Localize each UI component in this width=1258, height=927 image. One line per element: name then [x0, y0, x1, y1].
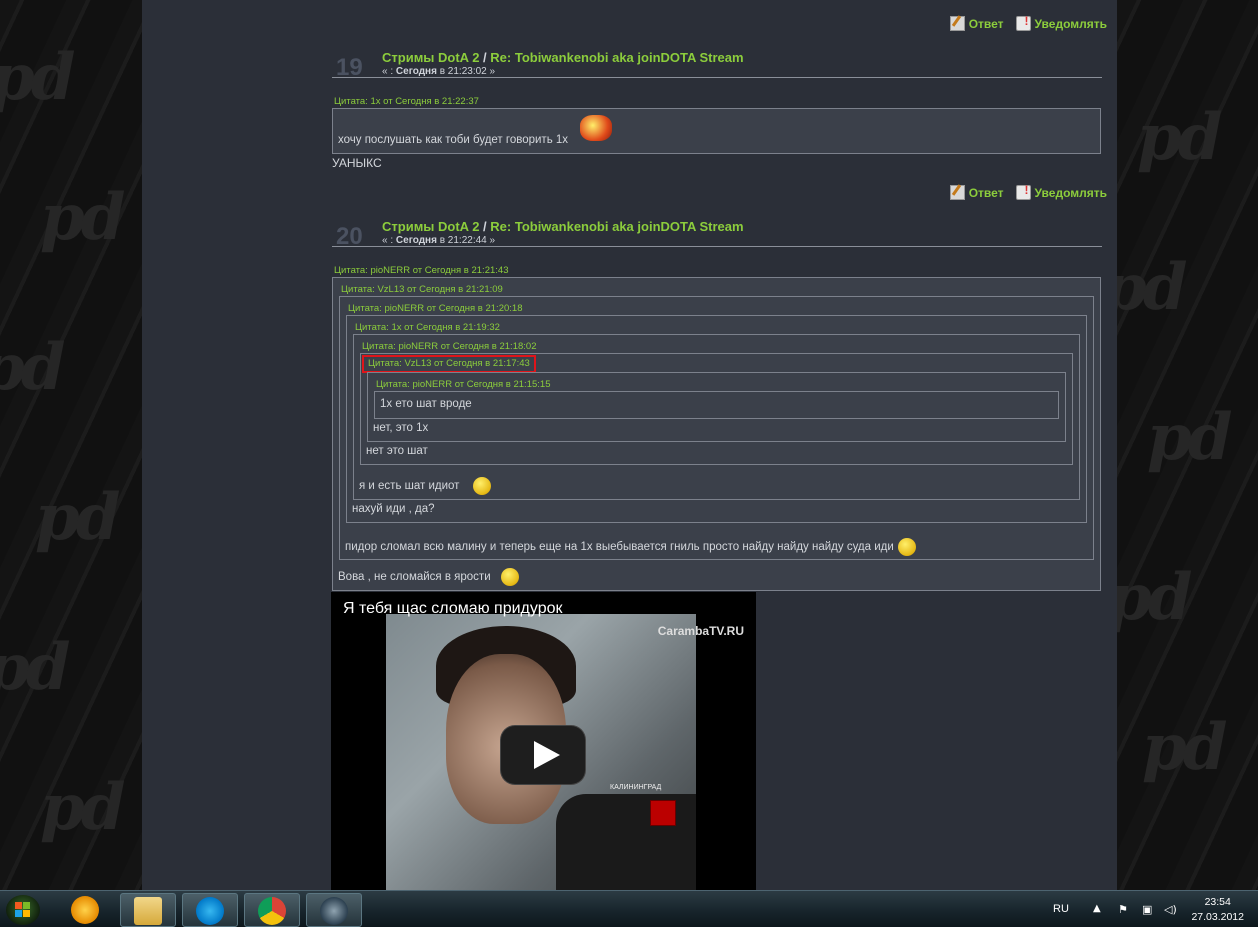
quote-header[interactable]: Цитата: pioNERR от Сегодня в 21:18:02: [362, 340, 536, 354]
language-indicator[interactable]: RU: [1053, 903, 1069, 915]
taskbar-chrome[interactable]: [244, 893, 300, 927]
video-badge: [650, 800, 676, 826]
quote-text: я и есть шат идиот: [359, 477, 492, 495]
post-date: « : Сегодня в 21:22:44 »: [382, 235, 496, 246]
post-number: 19: [336, 54, 363, 81]
video-title[interactable]: Я тебя щас сломаю придурок: [343, 600, 563, 618]
background-pattern-left: pd pd pd pd pd pd: [0, 0, 142, 890]
smiley-icon: [500, 568, 519, 586]
board-link[interactable]: Стримы DotA 2: [382, 50, 479, 65]
quote-text: пидор сломал всю малину и теперь еще на …: [345, 538, 916, 556]
skype-icon: [196, 897, 224, 925]
video-player[interactable]: КАЛИНИНГРАД Я тебя щас сломаю придурок C…: [331, 592, 756, 890]
volume-icon[interactable]: ◁): [1164, 904, 1177, 916]
action-center-flag-icon[interactable]: ⚑: [1118, 904, 1130, 916]
start-button[interactable]: [6, 895, 40, 925]
windows-logo-icon: [15, 902, 31, 918]
clock-date: 27.03.2012: [1191, 911, 1244, 923]
post-actions: Ответ Уведомлять: [949, 14, 1107, 31]
clock-time: 23:54: [1204, 896, 1231, 908]
smiley-icon: [580, 114, 613, 141]
play-button[interactable]: [501, 726, 585, 784]
topic-link[interactable]: Re: Tobiwankenobi aka joinDOTA Stream: [490, 50, 743, 65]
smiley-icon: [897, 538, 916, 556]
quote-header[interactable]: Цитата: 1x от Сегодня в 21:22:37: [334, 95, 479, 109]
aimp-icon: [71, 896, 99, 924]
network-icon[interactable]: ▣: [1142, 904, 1154, 916]
quote-header[interactable]: Цитата: pioNERR от Сегодня в 21:20:18: [348, 302, 522, 316]
folder-icon: [134, 897, 162, 925]
system-tray: RU ▲ ⚑ ▣ ◁) 23:54 27.03.2012: [1038, 891, 1258, 927]
steam-icon: [320, 897, 348, 925]
quote-text: хочу послушать как тоби будет говорить 1…: [338, 114, 1095, 149]
post-date: « : Сегодня в 21:23:02 »: [382, 66, 496, 77]
chrome-icon: [258, 897, 286, 925]
taskbar-file-explorer[interactable]: [120, 893, 176, 927]
clock[interactable]: 23:54 27.03.2012: [1191, 895, 1244, 925]
quote-text: нет это шат: [366, 445, 428, 457]
notify-link[interactable]: Уведомлять: [1015, 183, 1107, 200]
quote-header-highlighted[interactable]: Цитата: VzL13 от Сегодня в 21:17:43: [362, 355, 536, 373]
taskbar-steam[interactable]: [306, 893, 362, 927]
video-logo: CarambaTV.RU: [657, 624, 744, 638]
quote-header[interactable]: Цитата: 1x от Сегодня в 21:19:32: [355, 321, 500, 335]
smiley-icon: [473, 477, 492, 495]
taskbar-skype[interactable]: [182, 893, 238, 927]
quote-text: Вова , не сломайся в ярости: [338, 568, 519, 586]
background-pattern-right: pd pd pd pd pd: [1117, 0, 1258, 890]
quote-header[interactable]: Цитата: pioNERR от Сегодня в 21:15:15: [376, 378, 550, 392]
post-title: Стримы DotA 2 / Re: Tobiwankenobi aka jo…: [382, 219, 744, 234]
quote-header[interactable]: Цитата: VzL13 от Сегодня в 21:21:09: [341, 283, 503, 297]
reply-link[interactable]: Ответ: [949, 185, 1004, 200]
quote-box: 1х ето шат вроде: [374, 391, 1059, 419]
board-link[interactable]: Стримы DotA 2: [382, 219, 479, 234]
notify-link[interactable]: Уведомлять: [1015, 14, 1107, 31]
post-actions: Ответ Уведомлять: [949, 183, 1107, 200]
reply-icon: [949, 16, 965, 31]
quote-text: 1х ето шат вроде: [380, 398, 472, 410]
forum-content: Ответ Уведомлять 19 Стримы DotA 2 / Re: …: [142, 0, 1117, 890]
taskbar-aimp[interactable]: [58, 893, 114, 927]
show-hidden-icons-icon[interactable]: ▲: [1093, 903, 1101, 914]
quote-text: нахуй иди , да?: [352, 503, 435, 515]
topic-link[interactable]: Re: Tobiwankenobi aka joinDOTA Stream: [490, 219, 743, 234]
quote-text: нет, это 1х: [373, 422, 429, 434]
post-header: 19 Стримы DotA 2 / Re: Tobiwankenobi aka…: [332, 50, 1102, 81]
taskbar: RU ▲ ⚑ ▣ ◁) 23:54 27.03.2012: [0, 890, 1258, 927]
post-body: УАНЫКС: [332, 156, 382, 170]
notify-icon: [1015, 183, 1031, 200]
reply-link[interactable]: Ответ: [949, 16, 1004, 31]
video-caption: КАЛИНИНГРАД: [610, 784, 662, 791]
post-number: 20: [336, 223, 363, 250]
post-title: Стримы DotA 2 / Re: Tobiwankenobi aka jo…: [382, 50, 744, 65]
quote-header[interactable]: Цитата: pioNERR от Сегодня в 21:21:43: [334, 264, 508, 278]
reply-icon: [949, 185, 965, 200]
notify-icon: [1015, 14, 1031, 31]
post-header: 20 Стримы DotA 2 / Re: Tobiwankenobi aka…: [332, 219, 1102, 250]
quote-box: хочу послушать как тоби будет говорить 1…: [332, 108, 1101, 154]
